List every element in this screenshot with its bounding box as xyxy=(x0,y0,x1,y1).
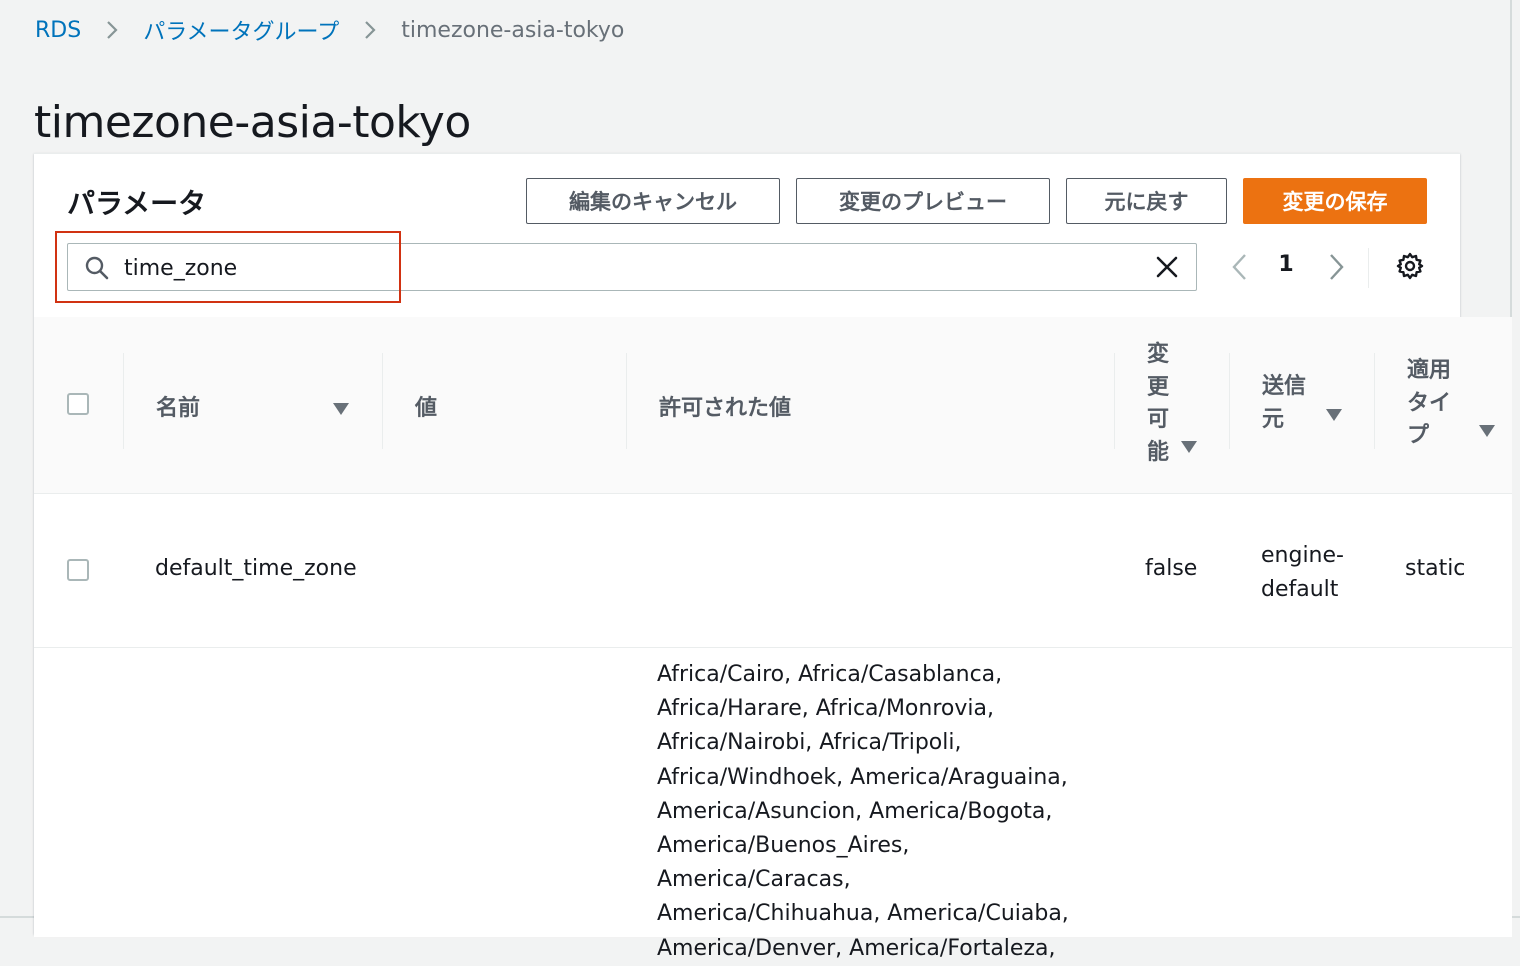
header-text-line: 可 xyxy=(1147,407,1170,432)
allowed-values-line: America/Buenos_Aires, America/Caracas, xyxy=(657,833,910,893)
select-all-checkbox[interactable] xyxy=(67,393,89,415)
column-divider xyxy=(382,353,383,449)
param-apply-type: static xyxy=(1405,556,1466,581)
param-source: engine- default xyxy=(1261,539,1344,607)
column-header-name[interactable]: 名前 xyxy=(156,390,200,422)
table-row: Africa/Cairo, Africa/Casablanca, Africa/… xyxy=(34,648,1512,961)
header-text-line: 送信 xyxy=(1262,374,1307,399)
source-line: engine- xyxy=(1261,543,1344,568)
allowed-values-line: America/Denver, America/Fortaleza, xyxy=(657,935,1056,961)
pagination-page-number[interactable]: 1 xyxy=(1274,252,1298,282)
search-input[interactable] xyxy=(122,250,1126,286)
parameters-panel: パラメータ 編集のキャンセル 変更のプレビュー 元に戻す 変更の保存 1 xyxy=(34,153,1512,961)
allowed-values-line: America/Asuncion, America/Bogota, xyxy=(657,798,1053,824)
column-header-allowed-values: 許可された値 xyxy=(659,396,792,421)
panel-title: パラメータ xyxy=(67,187,207,220)
cancel-edit-button[interactable]: 編集のキャンセル xyxy=(526,178,780,224)
search-field[interactable] xyxy=(67,243,1197,291)
breadcrumb-link-rds[interactable]: RDS xyxy=(35,18,81,43)
pager-divider xyxy=(1368,248,1369,288)
sort-down-icon[interactable] xyxy=(1479,422,1495,437)
chevron-right-icon xyxy=(105,19,119,41)
allowed-values-line: Africa/Harare, Africa/Monrovia, xyxy=(657,696,994,722)
parameters-table: 名前 値 許可された値 変 更 可 能 送信 元 適用 タイ プ default… xyxy=(34,317,1512,961)
sort-down-icon[interactable] xyxy=(1326,406,1342,421)
column-header-apply-type[interactable]: 適用 タイ プ xyxy=(1407,355,1467,453)
column-header-value: 値 xyxy=(415,396,438,421)
column-divider xyxy=(1229,353,1230,449)
source-line: default xyxy=(1261,577,1339,602)
column-divider xyxy=(626,353,627,449)
preview-changes-button[interactable]: 変更のプレビュー xyxy=(796,178,1050,224)
column-divider xyxy=(1114,353,1115,449)
header-text-line: 変 xyxy=(1147,342,1170,367)
table-header: 名前 値 許可された値 変 更 可 能 送信 元 適用 タイ プ xyxy=(34,317,1512,494)
reset-button[interactable]: 元に戻す xyxy=(1066,178,1227,224)
breadcrumb-link-parameter-groups[interactable]: パラメータグループ xyxy=(143,14,339,46)
column-header-source[interactable]: 送信 元 xyxy=(1262,371,1322,436)
allowed-values-line: Africa/Nairobi, Africa/Tripoli, xyxy=(657,730,962,756)
header-text-line: 能 xyxy=(1147,439,1170,465)
param-modifiable: false xyxy=(1145,556,1198,581)
allowed-values-line: Africa/Windhoek, America/Araguaina, xyxy=(657,764,1068,790)
header-text-line: プ xyxy=(1407,423,1430,448)
header-text-line: 適用 xyxy=(1407,358,1452,383)
save-changes-button[interactable]: 変更の保存 xyxy=(1243,178,1427,224)
header-text-line: 更 xyxy=(1147,374,1170,400)
header-text-line: 元 xyxy=(1262,406,1285,432)
allowed-values-line: America/Chihuahua, America/Cuiaba, xyxy=(657,901,1069,927)
param-name: default_time_zone xyxy=(155,556,357,581)
page-title: timezone-asia-tokyo xyxy=(34,97,471,149)
close-icon[interactable] xyxy=(1154,254,1180,280)
allowed-values-line: Africa/Cairo, Africa/Casablanca, xyxy=(657,662,1003,687)
column-header-modifiable[interactable]: 変 更 可 能 xyxy=(1147,339,1177,469)
header-text-line: タイ xyxy=(1407,390,1452,416)
gear-icon[interactable] xyxy=(1395,251,1425,281)
breadcrumb: RDS パラメータグループ timezone-asia-tokyo xyxy=(35,14,624,46)
column-divider xyxy=(123,353,124,449)
search-icon xyxy=(84,255,110,281)
chevron-left-icon[interactable] xyxy=(1226,251,1254,283)
chevron-right-icon[interactable] xyxy=(1322,251,1350,283)
table-row[interactable]: default_time_zone false engine- default … xyxy=(34,494,1512,648)
row-checkbox[interactable] xyxy=(67,559,89,581)
chevron-right-icon xyxy=(363,19,377,41)
sort-down-icon[interactable] xyxy=(1181,438,1197,453)
sort-down-icon[interactable] xyxy=(333,400,349,415)
column-divider xyxy=(1374,353,1375,449)
breadcrumb-current: timezone-asia-tokyo xyxy=(401,17,625,43)
